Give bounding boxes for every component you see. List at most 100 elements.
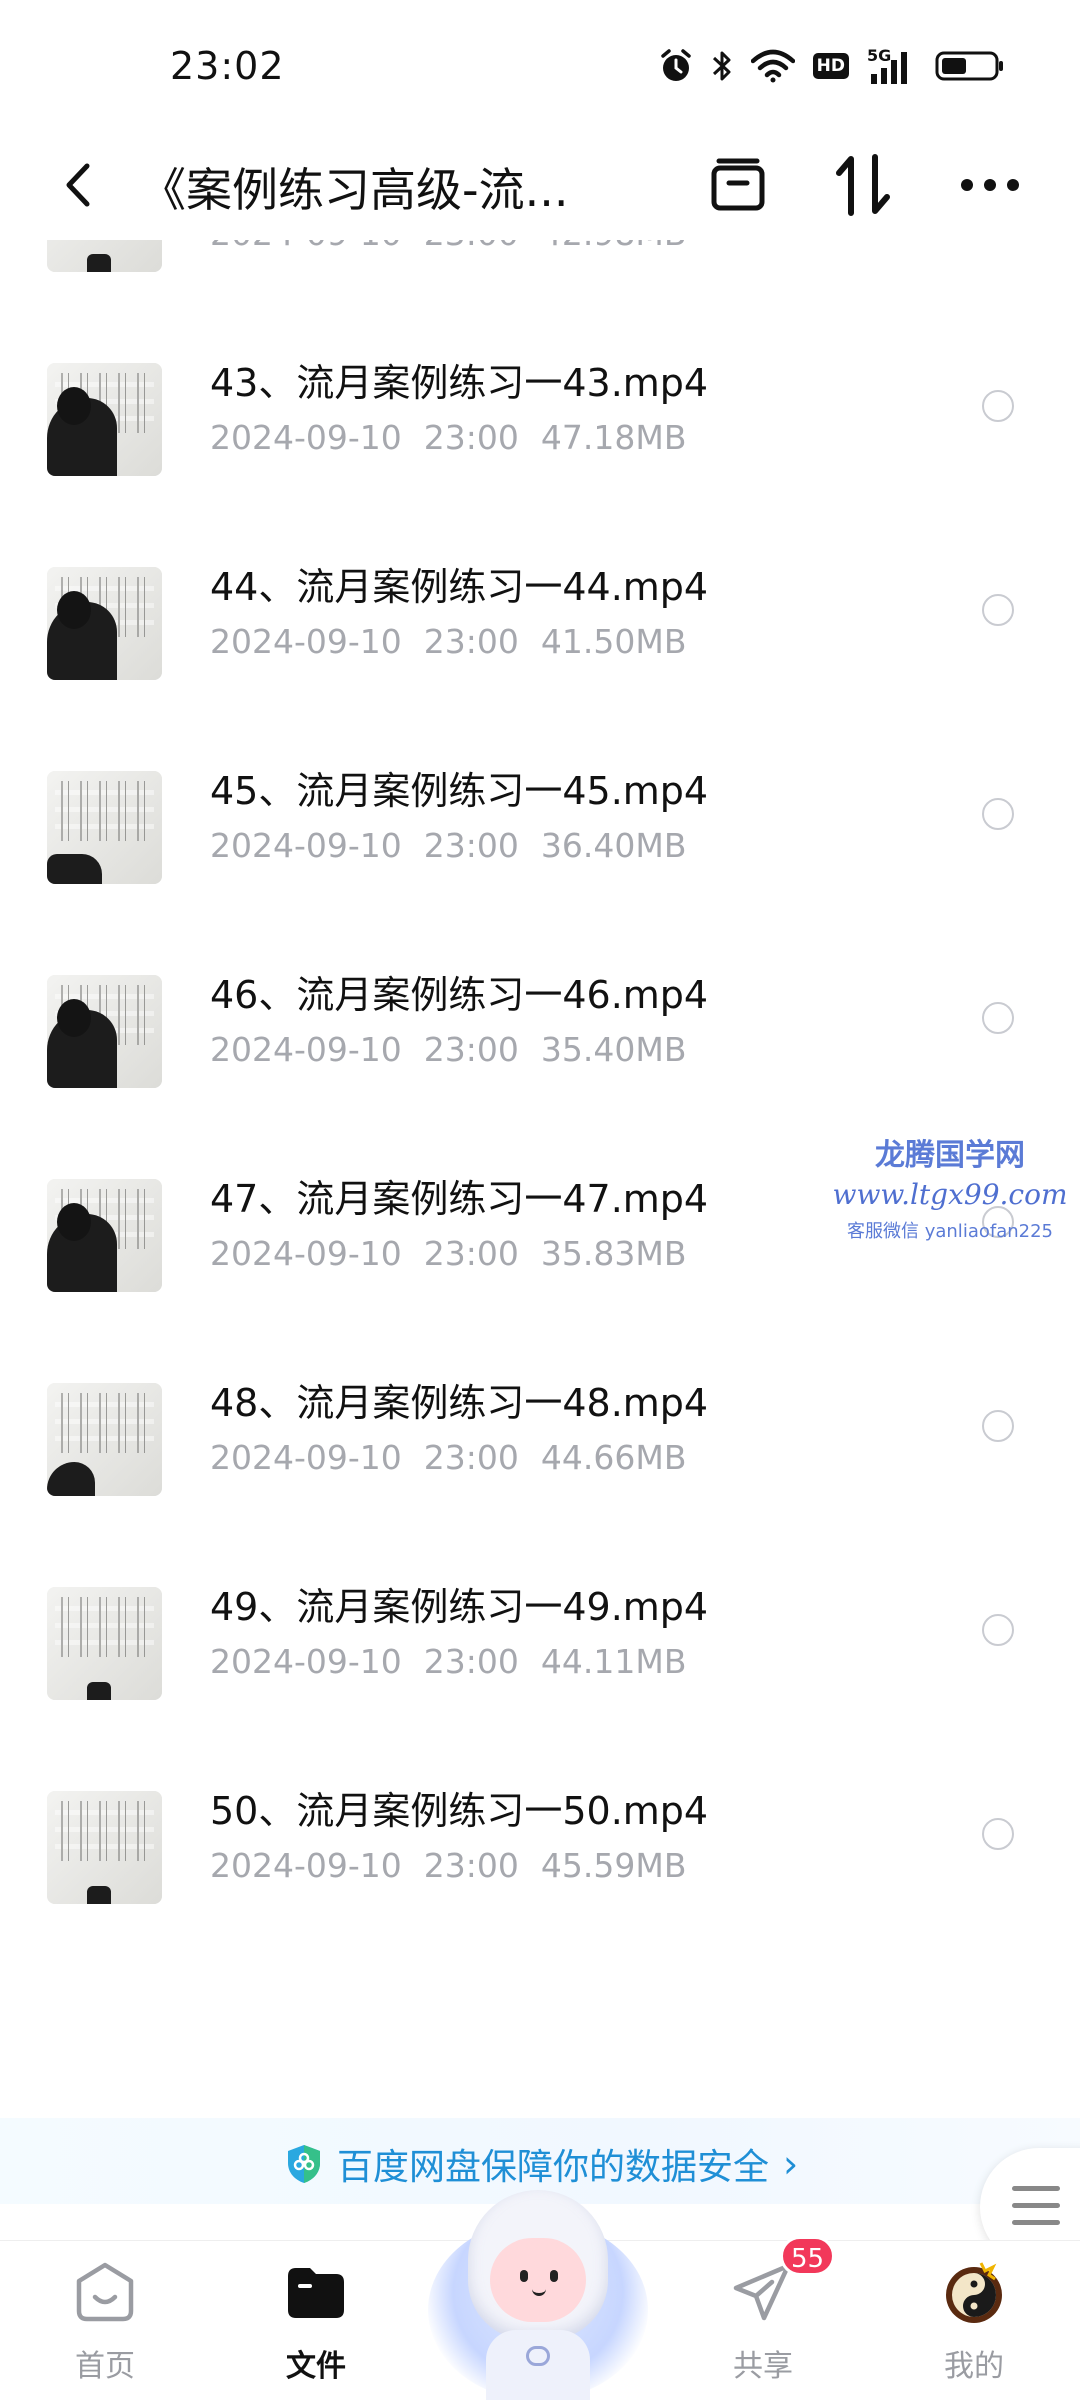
file-name: 48、流月案例练习一48.mp4 bbox=[210, 1381, 709, 1425]
file-row[interactable]: 50、流月案例练习一50.mp4 2024-09-10 23:00 45.59MB bbox=[0, 1746, 1080, 1950]
file-row[interactable]: 43、流月案例练习一43.mp4 2024-09-10 23:00 47.18MB bbox=[0, 318, 1080, 522]
avatar-icon bbox=[939, 2257, 1009, 2327]
file-size: 41.50MB bbox=[540, 622, 687, 661]
file-date: 2024-09-10 bbox=[210, 1846, 402, 1885]
video-thumbnail bbox=[47, 1383, 162, 1496]
network-type-label: 5G bbox=[867, 46, 892, 65]
file-meta: 2024-09-10 23:00 44.66MB bbox=[210, 1438, 686, 1477]
alarm-icon bbox=[660, 49, 691, 81]
bluetooth-icon bbox=[712, 51, 731, 81]
file-row[interactable]: 2024-09-10 23:00 42.98MB bbox=[0, 240, 1080, 318]
5g-signal-icon: 5G bbox=[867, 46, 917, 84]
file-time: 23:00 bbox=[423, 622, 519, 661]
shield-icon bbox=[288, 2145, 320, 2183]
file-size: 36.40MB bbox=[540, 826, 687, 865]
file-meta: 2024-09-10 23:00 35.40MB bbox=[210, 1030, 686, 1069]
status-icons: HD 5G bbox=[659, 46, 1005, 84]
file-size: 42.98MB bbox=[541, 240, 687, 253]
file-time: 23:00 bbox=[423, 1438, 519, 1477]
mascot-button[interactable] bbox=[428, 2180, 648, 2400]
file-date: 2024-09-10 bbox=[210, 240, 402, 253]
mascot-eye bbox=[520, 2270, 528, 2282]
file-time: 23:00 bbox=[424, 240, 519, 253]
file-name: 46、流月案例练习一46.mp4 bbox=[210, 973, 709, 1017]
sort-icon bbox=[836, 154, 890, 216]
file-date: 2024-09-10 bbox=[210, 826, 402, 865]
file-meta: 2024-09-10 23:00 47.18MB bbox=[210, 418, 686, 457]
video-thumbnail bbox=[47, 1587, 162, 1700]
video-thumbnail bbox=[47, 975, 162, 1088]
select-radio[interactable] bbox=[982, 390, 1014, 422]
file-date: 2024-09-10 bbox=[210, 1438, 402, 1477]
file-meta: 2024-09-10 23:00 42.98MB bbox=[210, 240, 686, 253]
nav-label-files: 文件 bbox=[286, 2349, 346, 2384]
file-row[interactable]: 47、流月案例练习一47.mp4 2024-09-10 23:00 35.83MB bbox=[0, 1134, 1080, 1338]
select-radio[interactable] bbox=[982, 1818, 1014, 1850]
nav-label-home: 首页 bbox=[75, 2349, 135, 2384]
file-name: 50、流月案例练习一50.mp4 bbox=[210, 1789, 709, 1833]
file-time: 23:00 bbox=[423, 1030, 519, 1069]
select-radio[interactable] bbox=[982, 1614, 1014, 1646]
video-thumbnail bbox=[47, 771, 162, 884]
mascot-eye bbox=[550, 2270, 558, 2282]
back-arrow-icon bbox=[66, 163, 90, 207]
back-button[interactable] bbox=[48, 152, 108, 218]
file-name: 43、流月案例练习一43.mp4 bbox=[210, 361, 709, 405]
file-meta: 2024-09-10 23:00 41.50MB bbox=[210, 622, 686, 661]
video-thumbnail bbox=[47, 240, 162, 272]
select-radio[interactable] bbox=[982, 1410, 1014, 1442]
file-name: 44、流月案例练习一44.mp4 bbox=[210, 565, 709, 609]
nav-label-mine: 我的 bbox=[944, 2349, 1004, 2384]
file-meta: 2024-09-10 23:00 36.40MB bbox=[210, 826, 686, 865]
file-date: 2024-09-10 bbox=[210, 1030, 402, 1069]
status-time: 23:02 bbox=[170, 44, 285, 88]
file-row[interactable]: 44、流月案例练习一44.mp4 2024-09-10 23:00 41.50MB bbox=[0, 522, 1080, 726]
video-thumbnail bbox=[47, 363, 162, 476]
file-row[interactable]: 46、流月案例练习一46.mp4 2024-09-10 23:00 35.40MB bbox=[0, 930, 1080, 1134]
cloud-logo-icon bbox=[526, 2346, 550, 2366]
video-thumbnail bbox=[47, 1179, 162, 1292]
multi-select-button[interactable] bbox=[703, 152, 773, 218]
home-icon bbox=[70, 2257, 140, 2327]
folder-icon bbox=[281, 2257, 351, 2327]
nav-home[interactable]: 首页 bbox=[35, 2257, 175, 2385]
menu-icon bbox=[1012, 2186, 1060, 2226]
file-meta: 2024-09-10 23:00 44.11MB bbox=[210, 1642, 686, 1681]
status-bar: 23:02 HD 5G bbox=[0, 0, 1080, 130]
file-time: 23:00 bbox=[423, 826, 519, 865]
page-title: 《案例练习高级-流... bbox=[140, 163, 569, 217]
more-button[interactable] bbox=[955, 152, 1025, 218]
file-meta: 2024-09-10 23:00 35.83MB bbox=[210, 1234, 686, 1273]
file-size: 44.11MB bbox=[540, 1642, 687, 1681]
file-size: 35.40MB bbox=[540, 1030, 687, 1069]
multi-select-box-icon bbox=[711, 158, 765, 211]
video-thumbnail bbox=[47, 1791, 162, 1904]
sort-button[interactable] bbox=[828, 152, 898, 218]
nav-files[interactable]: 文件 bbox=[246, 2257, 386, 2385]
file-row[interactable]: 48、流月案例练习一48.mp4 2024-09-10 23:00 44.66MB bbox=[0, 1338, 1080, 1542]
nav-mine[interactable]: 我的 bbox=[904, 2257, 1044, 2385]
more-icon bbox=[961, 179, 1019, 191]
file-size: 44.66MB bbox=[540, 1438, 687, 1477]
file-size: 45.59MB bbox=[540, 1846, 687, 1885]
file-date: 2024-09-10 bbox=[210, 1234, 402, 1273]
select-radio[interactable] bbox=[982, 798, 1014, 830]
hd-icon: HD bbox=[812, 53, 849, 79]
file-meta: 2024-09-10 23:00 45.59MB bbox=[210, 1846, 686, 1885]
file-date: 2024-09-10 bbox=[210, 418, 402, 457]
file-size: 47.18MB bbox=[540, 418, 687, 457]
wifi-icon bbox=[750, 49, 795, 83]
title-bar: 《案例练习高级-流... bbox=[0, 130, 1080, 240]
file-row[interactable]: 49、流月案例练习一49.mp4 2024-09-10 23:00 44.11MB bbox=[0, 1542, 1080, 1746]
file-name: 47、流月案例练习一47.mp4 bbox=[210, 1177, 709, 1221]
share-badge: 55 bbox=[780, 2236, 836, 2276]
file-time: 23:00 bbox=[423, 418, 519, 457]
file-time: 23:00 bbox=[423, 1846, 519, 1885]
mascot-face bbox=[490, 2238, 586, 2322]
select-radio[interactable] bbox=[982, 1206, 1014, 1238]
file-row[interactable]: 45、流月案例练习一45.mp4 2024-09-10 23:00 36.40MB bbox=[0, 726, 1080, 930]
select-radio[interactable] bbox=[982, 594, 1014, 626]
select-radio[interactable] bbox=[982, 1002, 1014, 1034]
file-name: 49、流月案例练习一49.mp4 bbox=[210, 1585, 709, 1629]
file-list: 2024-09-10 23:00 42.98MB 43、流月案例练习一43.mp4 … bbox=[0, 240, 1080, 2110]
